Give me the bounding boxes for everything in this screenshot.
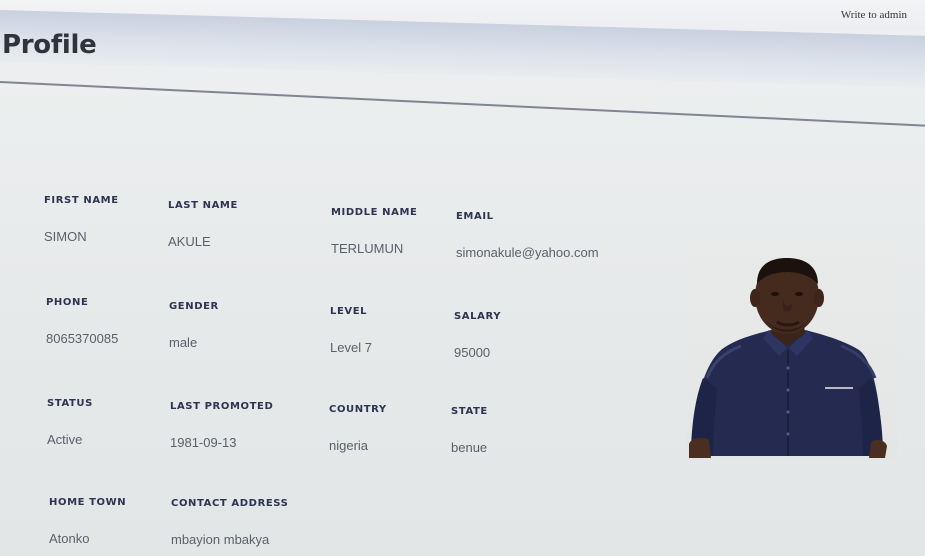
salary-label: SALARY (454, 311, 502, 322)
profile-photo (687, 238, 897, 460)
level-value: Level 7 (330, 340, 372, 355)
phone-label: PHONE (46, 297, 89, 308)
last-promoted-value: 1981-09-13 (170, 435, 237, 450)
field-status: STATUS Active (47, 398, 93, 447)
field-salary: SALARY 95000 (454, 311, 501, 360)
phone-value: 8065370085 (46, 331, 119, 346)
field-contact-address: CONTACT ADDRESS mbayion mbakya (171, 498, 288, 547)
salary-value: 95000 (454, 345, 491, 360)
page-title: Profile (2, 30, 97, 60)
field-level: LEVEL Level 7 (330, 306, 372, 355)
email-value: simonakule@yahoo.com (456, 245, 599, 260)
gender-label: GENDER (169, 301, 219, 312)
country-value: nigeria (329, 438, 369, 453)
field-country: COUNTRY nigeria (329, 404, 387, 453)
field-state: STATE benue (451, 406, 488, 455)
middle-name-label: MIDDLE NAME (331, 207, 418, 218)
field-last-promoted: LAST PROMOTED 1981-09-13 (170, 401, 273, 450)
profile-page: Write to admin Profile FIRST NAME SIMON … (0, 0, 925, 556)
country-label: COUNTRY (329, 404, 387, 415)
first-name-value: SIMON (44, 229, 87, 244)
field-gender: GENDER male (169, 301, 219, 350)
email-label: EMAIL (456, 211, 494, 222)
field-home-town: HOME TOWN Atonko (49, 497, 126, 546)
contact-address-label: CONTACT ADDRESS (171, 498, 289, 509)
level-label: LEVEL (330, 306, 368, 317)
field-last-name: LAST NAME AKULE (168, 200, 238, 249)
home-town-value: Atonko (49, 531, 90, 546)
state-value: benue (451, 440, 488, 455)
last-promoted-label: LAST PROMOTED (170, 401, 274, 412)
contact-address-value: mbayion mbakya (171, 532, 270, 547)
gender-value: male (169, 335, 198, 350)
field-middle-name: MIDDLE NAME TERLUMUN (331, 207, 417, 256)
person-photo-icon (689, 258, 887, 458)
middle-name-value: TERLUMUN (331, 241, 404, 256)
field-email: EMAIL simonakule@yahoo.com (456, 211, 599, 260)
first-name-label: FIRST NAME (44, 195, 119, 206)
write-to-admin-link[interactable]: Write to admin (841, 9, 907, 21)
last-name-label: LAST NAME (168, 200, 238, 211)
last-name-value: AKULE (168, 234, 211, 249)
status-value: Active (47, 432, 83, 447)
state-label: STATE (451, 406, 488, 417)
field-phone: PHONE 8065370085 (46, 297, 118, 346)
status-label: STATUS (47, 398, 93, 409)
home-town-label: HOME TOWN (49, 497, 127, 508)
field-first-name: FIRST NAME SIMON (44, 195, 119, 244)
header-divider (0, 81, 925, 127)
